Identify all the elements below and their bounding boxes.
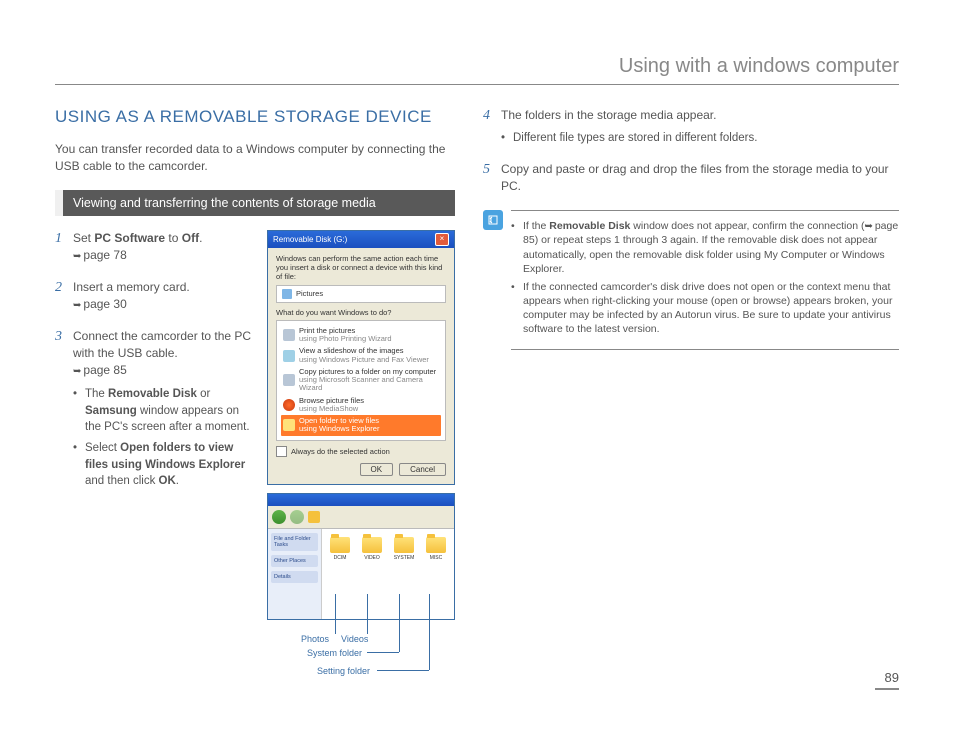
step-2: Insert a memory card. page 30: [55, 279, 255, 314]
callout-photos: Photos: [301, 634, 329, 644]
note-item: If the Removable Disk window does not ap…: [511, 219, 899, 276]
folder-callouts: Photos Videos System folder Setting fold…: [267, 626, 455, 686]
step-3: Connect the camcorder to the PC with the…: [55, 328, 255, 490]
dialog-titlebar: Removable Disk (G:) ×: [268, 231, 454, 248]
subheader: Viewing and transferring the contents of…: [55, 190, 455, 216]
checkbox[interactable]: [276, 446, 287, 457]
step-5: 5 Copy and paste or drag and drop the fi…: [483, 161, 899, 196]
folder-icon: [283, 419, 295, 431]
dialog-body: Windows can perform the same action each…: [268, 248, 454, 484]
steps-list: Set PC Software to Off. page 78 Insert a…: [55, 230, 255, 490]
folder-icon: [330, 537, 350, 553]
note-list: If the Removable Disk window does not ap…: [511, 210, 899, 350]
steps-list-right: 4 The folders in the storage media appea…: [483, 107, 899, 196]
checkbox-label: Always do the selected action: [291, 447, 390, 456]
dialog-buttons: OK Cancel: [276, 463, 446, 476]
manual-page: Using with a windows computer USING AS A…: [0, 0, 954, 730]
dialog-question: What do you want Windows to do?: [276, 308, 446, 317]
explorer-main: DCIM VIDEO SYSTEM: [322, 529, 454, 619]
action-list[interactable]: Print the picturesusing Photo Printing W…: [276, 320, 446, 441]
step-4: 4 The folders in the storage media appea…: [483, 107, 899, 147]
camera-icon: [283, 374, 295, 386]
section-title: USING AS A REMOVABLE STORAGE DEVICE: [55, 107, 455, 127]
step-1: Set PC Software to Off. page 78: [55, 230, 255, 265]
bullet: The Removable Disk or Samsung window app…: [73, 386, 255, 436]
ok-button[interactable]: OK: [360, 463, 394, 476]
side-panel: File and Folder Tasks: [271, 533, 318, 551]
explorer-titlebar: [268, 494, 454, 506]
folder-icon: [394, 537, 414, 553]
bullet: Different file types are stored in diffe…: [501, 130, 899, 147]
folder-item[interactable]: VIDEO: [360, 537, 384, 611]
printer-icon: [283, 329, 295, 341]
step-4-bullets: Different file types are stored in diffe…: [501, 130, 899, 147]
page-ref: page 78: [73, 248, 127, 262]
list-item-selected[interactable]: Open folder to view filesusing Windows E…: [281, 415, 441, 436]
bullet: Select Open folders to view files using …: [73, 440, 255, 490]
list-item[interactable]: Copy pictures to a folder on my computer…: [281, 366, 441, 395]
header-rule: [55, 84, 899, 85]
callout-setting: Setting folder: [317, 666, 370, 676]
slideshow-icon: [283, 350, 295, 362]
page-number: 89: [875, 670, 899, 690]
dialog-title: Removable Disk (G:): [273, 235, 347, 244]
note-item: If the connected camcorder's disk drive …: [511, 280, 899, 337]
callout-videos: Videos: [341, 634, 368, 644]
side-panel: Details: [271, 571, 318, 583]
list-item[interactable]: Browse picture filesusing MediaShow: [281, 395, 441, 416]
side-panel: Other Places: [271, 555, 318, 567]
folder-item[interactable]: MISC: [424, 537, 448, 611]
note-icon: [483, 210, 503, 230]
columns: USING AS A REMOVABLE STORAGE DEVICE You …: [55, 107, 899, 686]
list-item[interactable]: View a slideshow of the imagesusing Wind…: [281, 345, 441, 366]
close-icon[interactable]: ×: [435, 233, 449, 246]
right-column: 4 The folders in the storage media appea…: [483, 107, 899, 686]
page-ref: page 30: [73, 297, 127, 311]
explorer-toolbar: [268, 506, 454, 529]
cancel-button[interactable]: Cancel: [399, 463, 446, 476]
note-box: If the Removable Disk window does not ap…: [483, 210, 899, 350]
list-item[interactable]: Print the picturesusing Photo Printing W…: [281, 325, 441, 346]
removable-disk-dialog: Removable Disk (G:) × Windows can perfor…: [267, 230, 455, 485]
folder-up-icon[interactable]: [308, 511, 320, 523]
checkbox-row[interactable]: Always do the selected action: [276, 446, 446, 457]
steps-row: Set PC Software to Off. page 78 Insert a…: [55, 230, 455, 686]
left-column: USING AS A REMOVABLE STORAGE DEVICE You …: [55, 107, 455, 686]
forward-icon[interactable]: [290, 510, 304, 524]
explorer-sidebar: File and Folder Tasks Other Places Detai…: [268, 529, 322, 619]
folder-item[interactable]: DCIM: [328, 537, 352, 611]
intro-text: You can transfer recorded data to a Wind…: [55, 141, 455, 176]
mediashow-icon: [283, 399, 295, 411]
header-title: Using with a windows computer: [55, 55, 899, 78]
folder-icon: [362, 537, 382, 553]
explorer-content: File and Folder Tasks Other Places Detai…: [268, 529, 454, 619]
callout-system: System folder: [307, 648, 362, 658]
screenshots-column: Removable Disk (G:) × Windows can perfor…: [267, 230, 455, 686]
pictures-icon: [282, 289, 292, 299]
folder-icon: [426, 537, 446, 553]
explorer-window: File and Folder Tasks Other Places Detai…: [267, 493, 455, 620]
step-3-bullets: The Removable Disk or Samsung window app…: [73, 386, 255, 490]
folder-item[interactable]: SYSTEM: [392, 537, 416, 611]
steps-text: Set PC Software to Off. page 78 Insert a…: [55, 230, 255, 686]
page-ref: page 85: [73, 363, 127, 377]
page-number-bar: [875, 688, 899, 690]
media-info: Pictures: [276, 285, 446, 303]
back-icon[interactable]: [272, 510, 286, 524]
dialog-prompt: Windows can perform the same action each…: [276, 254, 446, 281]
